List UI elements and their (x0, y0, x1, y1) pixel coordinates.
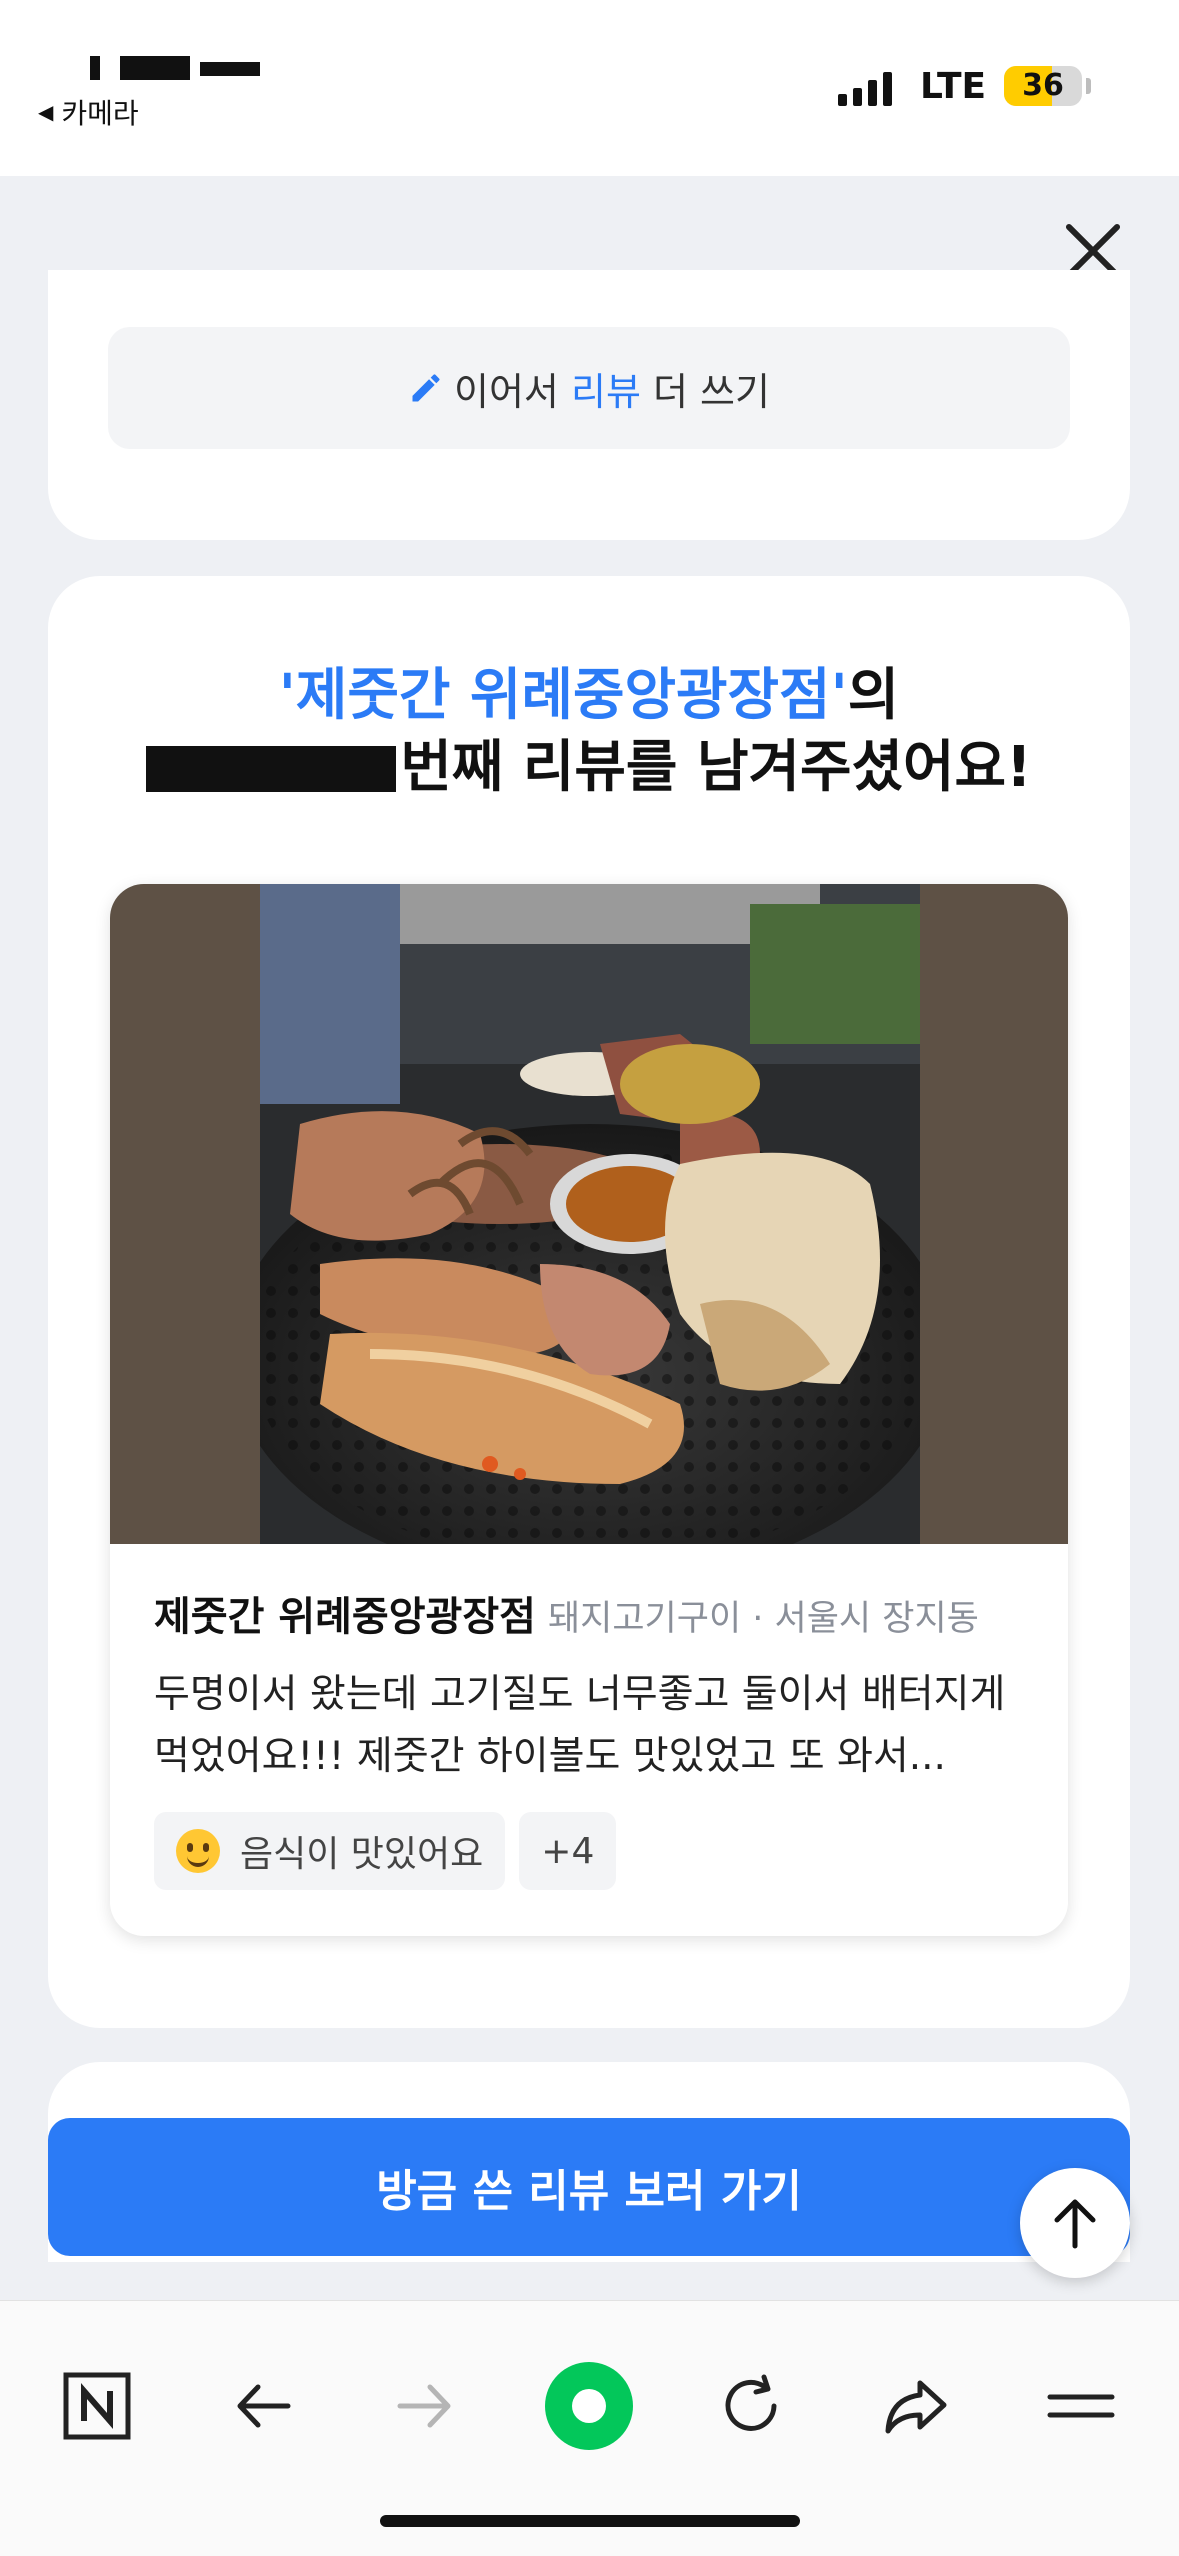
continue-review-button[interactable]: 이어서 리뷰 더 쓰기 (108, 327, 1070, 449)
pencil-icon (412, 374, 440, 402)
battery-level: 36 (1022, 68, 1064, 103)
headline-line2: 번째 리뷰를 남겨주셨어요! (400, 735, 1032, 800)
grilled-pork-photo (260, 884, 920, 1544)
network-label: LTE (920, 66, 987, 107)
share-icon[interactable] (870, 2361, 960, 2451)
status-bar: ◀ 카메라 LTE 36 (0, 0, 1179, 176)
back-app-label: 카메라 (61, 97, 139, 130)
back-triangle-icon: ◀ (38, 100, 54, 124)
battery-tip (1086, 78, 1091, 94)
continue-suffix: 더 쓰기 (653, 369, 770, 414)
forward-arrow-icon[interactable] (380, 2361, 470, 2451)
review-tag-label: 음식이 맛있어요 (240, 1834, 484, 1875)
review-tags: 음식이 맛있어요 +4 (154, 1812, 617, 1890)
headline-suffix: 의 (847, 663, 900, 728)
review-store-name: 제줏간 위례중앙광장점 (154, 1594, 536, 1640)
review-count-redacted (146, 746, 397, 792)
headline: '제줏간 위례중앙광장점'의 번째 리뷰를 남겨주셨어요! (48, 660, 1130, 804)
review-store-meta: 돼지고기구이 · 서울시 장지동 (547, 1599, 979, 1639)
continue-highlight: 리뷰 (571, 369, 641, 414)
review-tag-more-label: +4 (541, 1830, 595, 1872)
home-indicator (380, 2515, 800, 2527)
scroll-top-button[interactable] (1020, 2168, 1130, 2278)
time-redacted (90, 46, 290, 84)
review-photo (110, 884, 1068, 1544)
battery-icon: 36 (1004, 66, 1082, 106)
signal-icon (838, 70, 892, 106)
naver-n-icon[interactable] (52, 2361, 142, 2451)
refresh-icon[interactable] (706, 2361, 796, 2451)
back-to-app-link[interactable]: ◀ 카메라 (38, 92, 139, 132)
home-green-icon[interactable] (544, 2361, 634, 2451)
review-tag: 음식이 맛있어요 (154, 1812, 506, 1890)
back-arrow-icon[interactable] (218, 2361, 308, 2451)
review-preview-card[interactable]: 제줏간 위례중앙광장점 돼지고기구이 · 서울시 장지동 두명이서 왔는데 고기질… (110, 884, 1068, 1936)
view-review-button[interactable]: 방금 쓴 리뷰 보러 가기 (48, 2118, 1130, 2256)
review-tag-more: +4 (519, 1812, 617, 1890)
arrow-up-icon (1054, 2199, 1096, 2249)
review-store-line: 제줏간 위례중앙광장점 돼지고기구이 · 서울시 장지동 (154, 1584, 1034, 1642)
continue-prefix: 이어서 (454, 369, 559, 414)
review-text: 두명이서 왔는데 고기질도 너무좋고 둘이서 배터지게 먹었어요!!! 제줏간 … (154, 1672, 1006, 1779)
menu-icon[interactable] (1036, 2361, 1126, 2451)
smile-emoji-icon (176, 1829, 220, 1873)
headline-store: '제줏간 위례중앙광장점' (278, 663, 848, 728)
